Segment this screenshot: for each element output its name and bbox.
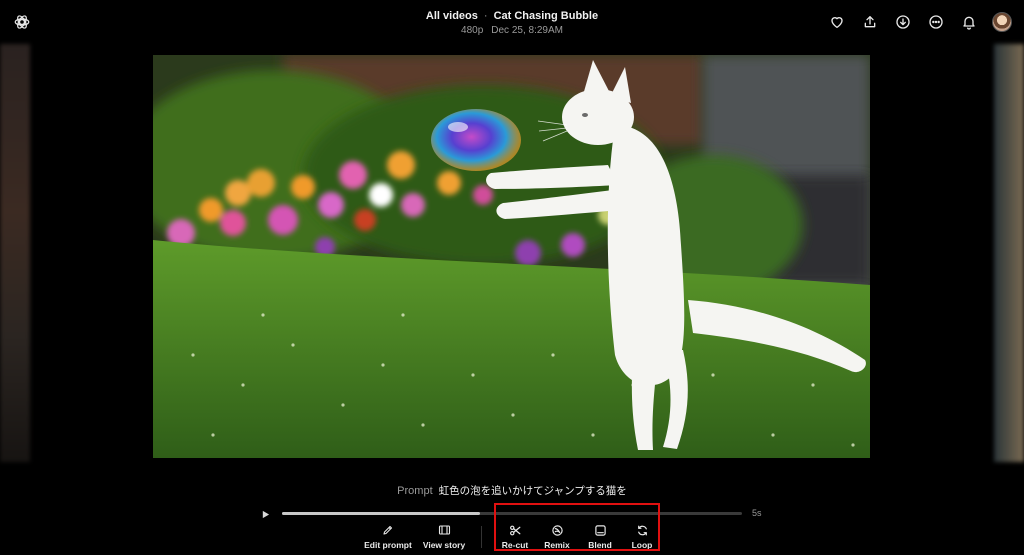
prompt-display: Prompt 虹色の泡を追いかけてジャンプする猫を (0, 484, 1024, 498)
next-video-thumbnail[interactable] (994, 44, 1024, 462)
storyboard-icon (437, 523, 451, 537)
breadcrumb-separator: · (483, 10, 488, 22)
pencil-icon (381, 523, 395, 537)
breadcrumb-all-videos[interactable]: All videos (426, 10, 478, 22)
header-actions (827, 12, 1012, 32)
view-story-label: View story (422, 540, 466, 550)
share-icon[interactable] (860, 12, 880, 32)
edit-prompt-label: Edit prompt (364, 540, 412, 550)
timeline-scrubber[interactable] (282, 512, 742, 515)
loop-icon (635, 523, 649, 537)
play-icon (262, 510, 269, 518)
video-resolution: 480p (461, 25, 484, 36)
video-player[interactable] (153, 55, 870, 458)
actions-divider (481, 526, 482, 548)
video-duration: 5s (752, 508, 762, 518)
video-date: Dec 25, 8:29AM (491, 25, 563, 36)
avatar-image (992, 12, 1012, 32)
prompt-label: Prompt (397, 485, 433, 497)
recut-label: Re-cut (501, 540, 529, 550)
video-title: Cat Chasing Bubble (493, 10, 599, 22)
avatar[interactable] (992, 12, 1012, 32)
remix-label: Remix (544, 540, 570, 550)
video-frame (153, 55, 870, 458)
video-viewer: All videos · Cat Chasing Bubble 480p Dec 25… (0, 0, 1024, 555)
logo-icon[interactable] (12, 12, 32, 32)
edit-prompt-button[interactable]: Edit prompt (360, 523, 416, 551)
blend-label: Blend (588, 540, 612, 550)
download-icon[interactable] (893, 12, 913, 32)
previous-video-thumbnail[interactable] (0, 44, 30, 462)
loop-label: Loop (631, 540, 653, 550)
remix-icon (550, 523, 564, 537)
blend-icon (593, 523, 607, 537)
view-story-button[interactable]: View story (416, 523, 472, 551)
more-icon[interactable] (926, 12, 946, 32)
bell-icon[interactable] (959, 12, 979, 32)
loop-button[interactable]: Loop (614, 523, 670, 551)
heart-icon[interactable] (827, 12, 847, 32)
scissors-icon (508, 523, 522, 537)
play-button[interactable] (259, 508, 271, 520)
prompt-text: 虹色の泡を追いかけてジャンプする猫を (438, 485, 627, 497)
timeline-progress (282, 512, 480, 515)
